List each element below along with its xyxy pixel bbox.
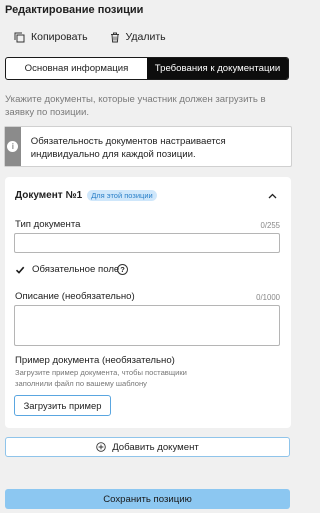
required-label: Обязательное поле bbox=[32, 264, 120, 275]
action-bar: Копировать Удалить bbox=[14, 29, 188, 45]
type-label: Тип документа bbox=[15, 219, 81, 230]
tab-bar: Основная информация Требования к докумен… bbox=[5, 57, 289, 80]
delete-label: Удалить bbox=[125, 31, 166, 43]
description-counter: 0/1000 bbox=[256, 293, 280, 302]
copy-button[interactable]: Копировать bbox=[14, 31, 88, 43]
delete-button[interactable]: Удалить bbox=[110, 31, 166, 43]
notice-text: Обязательность документов настраивается … bbox=[30, 136, 226, 160]
page-title: Редактирование позиции bbox=[5, 4, 144, 16]
add-document-button[interactable]: Добавить документ bbox=[5, 437, 290, 457]
trash-icon bbox=[110, 32, 119, 42]
type-counter: 0/255 bbox=[260, 221, 280, 230]
description-label: Описание (необязательно) bbox=[15, 291, 135, 302]
add-document-label: Добавить документ bbox=[112, 441, 199, 453]
document-type-input[interactable] bbox=[14, 233, 280, 253]
chevron-up-icon[interactable] bbox=[268, 193, 277, 199]
info-icon: i bbox=[7, 141, 19, 152]
copy-label: Копировать bbox=[31, 31, 88, 43]
document-header: Документ №1 Для этой позиции bbox=[15, 190, 157, 201]
example-hint: Загрузите пример документа, чтобы постав… bbox=[15, 368, 187, 388]
notice-bar: i bbox=[5, 127, 21, 166]
required-checkbox[interactable] bbox=[15, 265, 25, 275]
question-icon[interactable]: ? bbox=[117, 264, 128, 275]
document-card: Документ №1 Для этой позиции Тип докумен… bbox=[5, 177, 291, 428]
scope-badge: Для этой позиции bbox=[87, 190, 157, 201]
upload-example-button[interactable]: Загрузить пример bbox=[14, 395, 111, 416]
tab-documentation[interactable]: Требования к документации bbox=[147, 58, 288, 79]
hint-text: Укажите документы, которые участник долж… bbox=[5, 94, 266, 118]
plus-circle-icon bbox=[96, 442, 106, 452]
copy-icon bbox=[14, 32, 25, 42]
tab-main-info[interactable]: Основная информация bbox=[6, 58, 147, 79]
description-textarea[interactable] bbox=[14, 305, 280, 346]
save-position-button[interactable]: Сохранить позицию bbox=[5, 489, 290, 509]
info-notice: i Обязательность документов настраиваетс… bbox=[4, 126, 292, 167]
document-title: Документ №1 bbox=[15, 190, 83, 201]
example-label: Пример документа (необязательно) bbox=[15, 355, 175, 366]
